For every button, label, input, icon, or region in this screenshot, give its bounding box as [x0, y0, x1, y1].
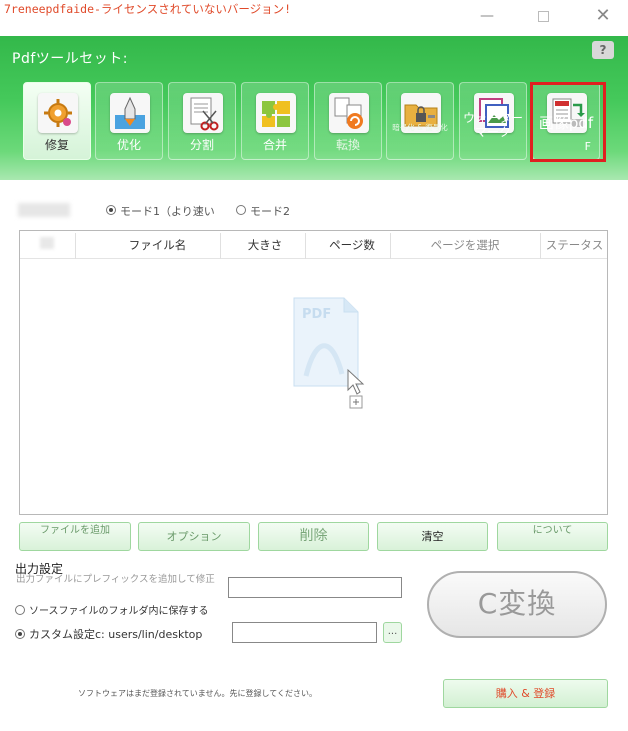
tool-encrypt-label: 暗号化 & 復号化 [392, 123, 448, 132]
tool-watermark-label: ウォーターマーク [462, 111, 523, 139]
convert-arrows-icon [329, 93, 369, 133]
mode2-label: モード2 [250, 205, 290, 218]
rocket-icon [110, 93, 150, 133]
tool-encrypt[interactable]: 暗号化 & 復号化 [386, 82, 454, 160]
puzzle-icon [256, 93, 296, 133]
tool-split-label: 分割 [189, 138, 214, 152]
help-icon: ? [599, 43, 607, 57]
column-divider [305, 233, 306, 259]
browse-button[interactable]: ... [383, 622, 402, 643]
tool-optimize-label: 优化 [116, 138, 141, 152]
tool-repair[interactable]: 修复 [23, 82, 91, 160]
prefix-option[interactable]: 出力ファイルにプレフィックスを追加して修正 [16, 575, 216, 585]
minimize-button[interactable]: — [472, 6, 502, 26]
tool-merge-label: 合并 [262, 138, 287, 152]
source-folder-option[interactable]: ソースファイルのフォルダ内に保存する [15, 602, 209, 617]
tool-merge[interactable]: 合并 [241, 82, 309, 160]
title-bar: 7reneepdfaide-ライセンスされていないバージョン! — ✕ [0, 0, 628, 36]
column-status[interactable]: ステータス [542, 237, 607, 253]
column-divider [220, 233, 221, 259]
mode-row: モード1（より速い モード2 [0, 203, 628, 219]
tool-optimize[interactable]: 优化 [95, 82, 163, 160]
tool-convert-label: 転換 [335, 138, 360, 152]
prefix-input[interactable] [228, 577, 402, 598]
mode1-label: モード1（より速い [120, 205, 215, 218]
selected-tool-highlight [530, 82, 606, 162]
convert-button[interactable]: C変換 [427, 571, 607, 638]
toolset-band: Pdfツールセット: ? 修复 优化 分割 合并 転換 暗号化 & 復号化 ウォ… [0, 36, 628, 180]
maximize-button[interactable] [528, 6, 558, 26]
custom-path-option[interactable]: カスタム設定c: users/lin/desktop [15, 626, 202, 642]
tool-repair-label: 修复 [44, 138, 69, 152]
column-page-count[interactable]: ページ数 [312, 237, 392, 253]
column-divider [390, 233, 391, 259]
options-button[interactable]: オプション [138, 522, 250, 551]
column-divider [75, 233, 76, 259]
add-pdf-drop-icon[interactable]: PDF [292, 296, 382, 416]
window-title: 7reneepdfaide-ライセンスされていないバージョン! [4, 2, 292, 16]
close-button[interactable]: ✕ [588, 6, 618, 26]
custom-path-input[interactable] [232, 622, 377, 643]
scissors-icon [183, 93, 223, 133]
repair-gear-icon [38, 93, 78, 133]
buy-register-button[interactable]: 購入 & 登録 [443, 679, 608, 708]
registration-note: ソフトウェアはまだ登録されていません。先に登録してください。 [78, 689, 318, 698]
table-header: ファイル名 大きさ ページ数 ページを選択 ステータス [20, 231, 607, 259]
source-folder-label: ソースファイルのフォルダ内に保存する [29, 606, 209, 617]
clear-button[interactable]: 清空 [377, 522, 488, 551]
column-size[interactable]: 大きさ [225, 237, 305, 253]
source-folder-radio[interactable] [15, 605, 25, 615]
mode-label-blurred [18, 203, 70, 217]
file-list-table[interactable]: ファイル名 大きさ ページ数 ページを選択 ステータス PDF [19, 230, 608, 515]
custom-path-label: カスタム設定c: users/lin/desktop [29, 628, 203, 641]
help-button[interactable]: ? [592, 41, 614, 59]
pdf-badge: PDF [302, 307, 331, 322]
about-button[interactable]: について [497, 522, 608, 551]
add-file-button[interactable]: ファイルを追加 [19, 522, 131, 551]
custom-path-radio[interactable] [15, 629, 25, 639]
select-all-checkbox[interactable] [40, 237, 54, 249]
column-file-name[interactable]: ファイル名 [100, 237, 215, 253]
delete-button[interactable]: 削除 [258, 522, 369, 551]
mode2-radio[interactable] [236, 205, 246, 215]
tool-watermark[interactable]: ウォーターマーク [459, 82, 527, 160]
tool-convert[interactable]: 転換 [314, 82, 382, 160]
mode1-radio[interactable] [106, 205, 116, 215]
column-select-pages[interactable]: ページを選択 [395, 237, 535, 253]
toolset-label: Pdfツールセット: [12, 51, 128, 67]
column-divider [540, 233, 541, 259]
tool-split[interactable]: 分割 [168, 82, 236, 160]
maximize-icon [537, 10, 549, 22]
